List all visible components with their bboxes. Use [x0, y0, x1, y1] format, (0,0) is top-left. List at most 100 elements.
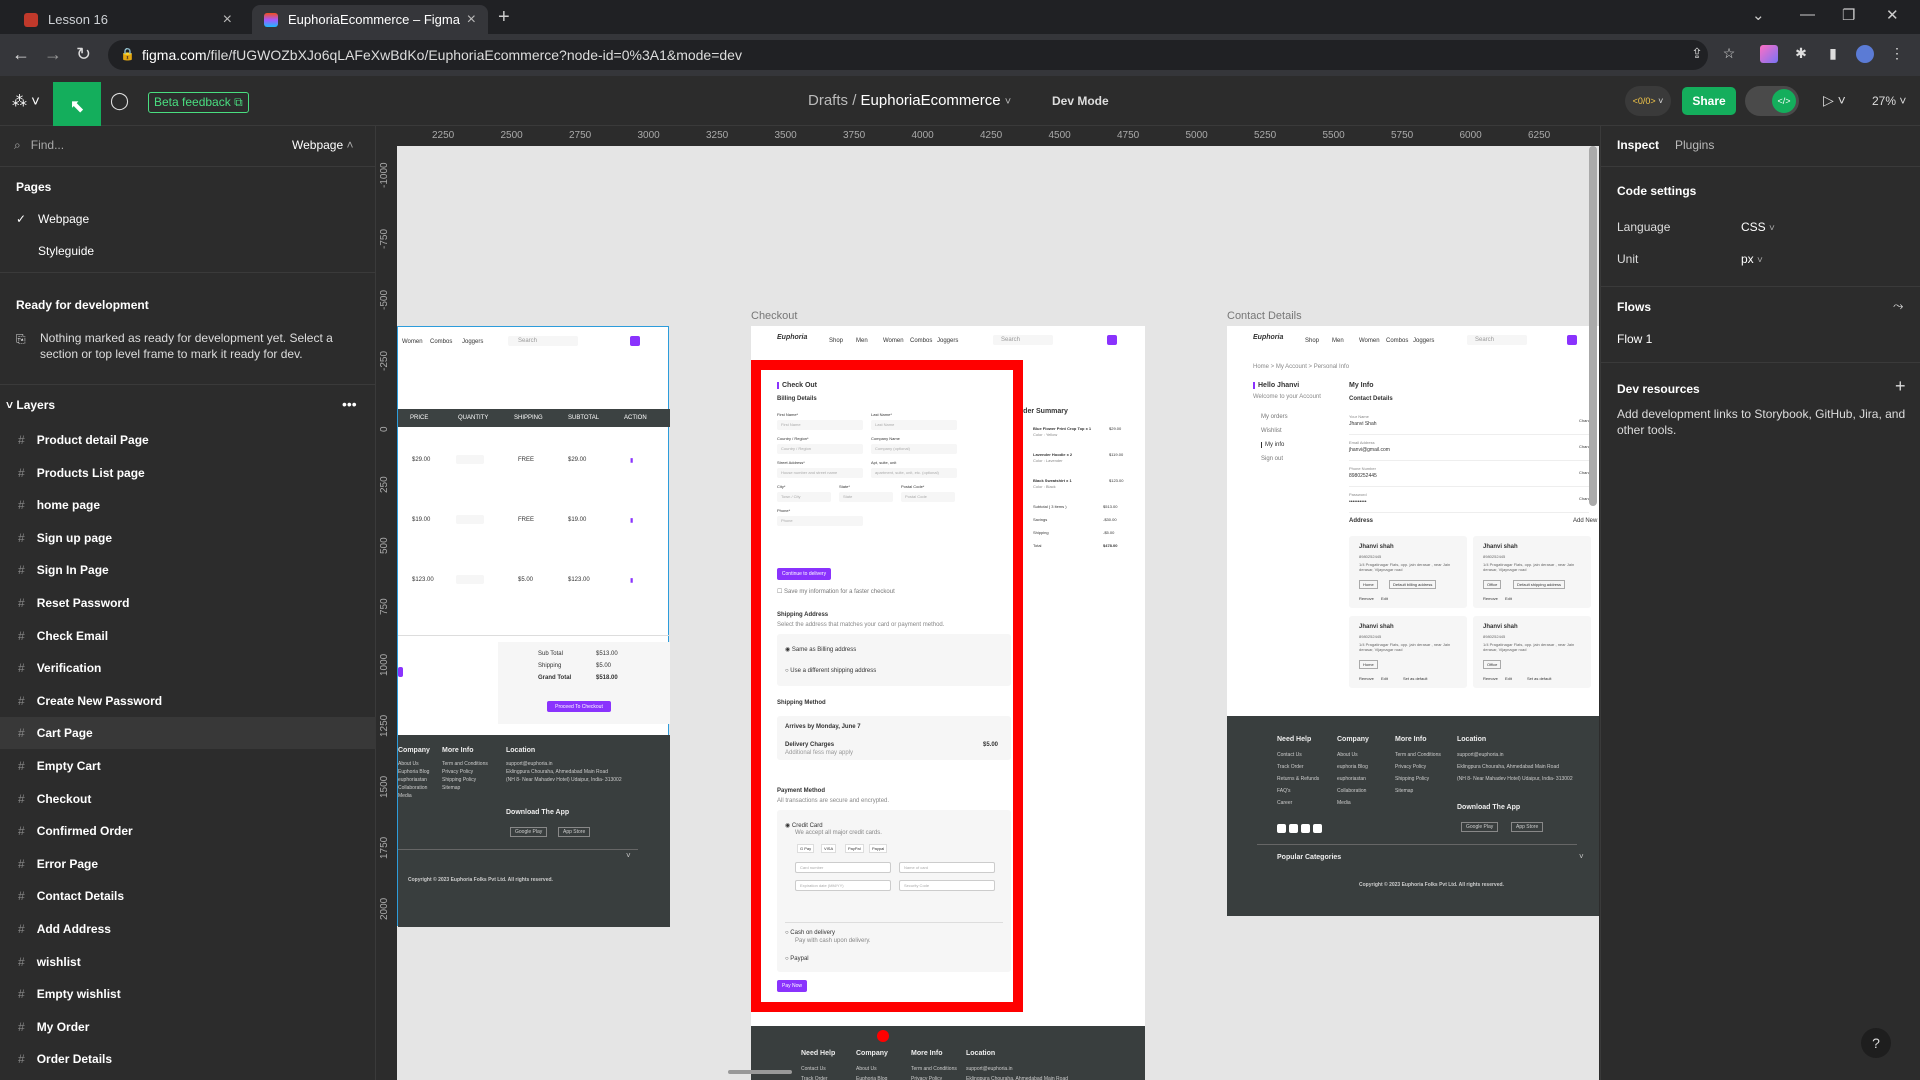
footer-link[interactable]: Privacy Policy: [911, 1076, 942, 1080]
footer-link[interactable]: Eklingpura Chouraha, Ahmedabad Main Road: [506, 769, 608, 775]
footer-link[interactable]: About Us: [398, 761, 419, 767]
dev-mode-toggle[interactable]: [1745, 86, 1799, 116]
footer-link[interactable]: (NH 8- Near Mahadev Hotel) Udaipur, Indi…: [1457, 776, 1573, 782]
layer-item[interactable]: # Product detail Page: [0, 424, 376, 456]
nav-item[interactable]: Women: [1359, 338, 1380, 344]
address-action[interactable]: Set as default: [1527, 676, 1551, 681]
nav-item[interactable]: Shop: [829, 338, 843, 344]
layer-item[interactable]: # home page: [0, 489, 376, 521]
account-menu-item[interactable]: My orders: [1261, 414, 1288, 420]
cart-icon[interactable]: [630, 336, 640, 346]
nav-item[interactable]: Shop: [1305, 338, 1319, 344]
footer-link[interactable]: Track Order: [1277, 764, 1303, 770]
layer-item[interactable]: # Verification: [0, 652, 376, 684]
account-menu-item[interactable]: Wishlist: [1261, 428, 1282, 434]
footer-link[interactable]: Collaboration: [1337, 788, 1366, 794]
cart-page-frame[interactable]: Women Combos Joggers Search PRICE QUANTI…: [397, 326, 670, 927]
footer-link[interactable]: Term and Conditions: [442, 761, 488, 767]
back-icon[interactable]: ←: [12, 44, 30, 65]
find-input[interactable]: ⌕ Find...: [14, 138, 64, 153]
footer-link[interactable]: Sitemap: [442, 785, 460, 791]
footer-link[interactable]: About Us: [856, 1066, 877, 1072]
layer-item[interactable]: # Check Email: [0, 620, 376, 652]
help-button[interactable]: ?: [1861, 1028, 1891, 1058]
footer-link[interactable]: Collaboration: [398, 785, 427, 791]
close-tab-icon[interactable]: ×: [223, 11, 232, 29]
footer-link[interactable]: Privacy Policy: [1395, 764, 1426, 770]
footer-link[interactable]: Eklingpura Chouraha, Ahmedabad Main Road: [1457, 764, 1559, 770]
tab-figma[interactable]: EuphoriaEcommerce – Figma ×: [252, 5, 488, 34]
layers-header[interactable]: ˅ Layers: [6, 398, 55, 412]
nav-item[interactable]: Joggers: [1413, 338, 1434, 344]
layer-item[interactable]: # Empty Cart: [0, 750, 376, 782]
layer-item[interactable]: # Error Page: [0, 848, 376, 880]
flow-icon[interactable]: ⤳: [1893, 298, 1903, 314]
nav-item[interactable]: Women: [883, 338, 904, 344]
footer-link[interactable]: Term and Conditions: [1395, 752, 1441, 758]
add-resource-icon[interactable]: +: [1895, 376, 1906, 397]
canvas[interactable]: Women Combos Joggers Search PRICE QUANTI…: [397, 146, 1599, 1080]
nav-item[interactable]: Combos: [1386, 338, 1408, 344]
horizontal-scrollbar[interactable]: [728, 1070, 792, 1074]
google-play-badge[interactable]: Google Play: [1461, 822, 1499, 832]
add-new-link[interactable]: Add New: [1573, 518, 1597, 524]
search-field[interactable]: Search: [508, 336, 578, 346]
footer-link[interactable]: Career: [1277, 800, 1292, 806]
menu-dots-icon[interactable]: ⋮: [1888, 45, 1906, 63]
twitter-icon[interactable]: [1301, 824, 1310, 833]
facebook-icon[interactable]: [1277, 824, 1286, 833]
footer-link[interactable]: euphoriastan: [1337, 776, 1366, 782]
footer-link[interactable]: FAQ's: [1277, 788, 1290, 794]
contact-details-frame[interactable]: Euphoria Shop Men Women Combos Joggers Searc…: [1227, 326, 1599, 916]
footer-link[interactable]: support@euphoria.in: [1457, 752, 1504, 758]
layer-item[interactable]: # Contact Details: [0, 880, 376, 912]
layer-item[interactable]: # Create New Password: [0, 685, 376, 717]
page-selector[interactable]: Webpage ˄: [292, 138, 354, 152]
code-badge[interactable]: <0/0> ˅: [1625, 86, 1671, 116]
address-action[interactable]: Remove: [1483, 596, 1498, 601]
footer-link[interactable]: Track Order: [801, 1076, 827, 1080]
layer-item[interactable]: # Confirmed Order: [0, 815, 376, 847]
frame-label-contact-details[interactable]: Contact Details: [1227, 310, 1302, 322]
nav-item[interactable]: Men: [1332, 338, 1344, 344]
bookmark-star-icon[interactable]: ☆: [1720, 45, 1738, 63]
address-action[interactable]: Edit: [1381, 676, 1388, 681]
sidepanel-icon[interactable]: ▮: [1824, 45, 1842, 63]
present-play-icon[interactable]: ▷ ˅: [1823, 92, 1846, 109]
quantity-stepper[interactable]: [456, 575, 484, 584]
footer-link[interactable]: About Us: [1337, 752, 1358, 758]
page-item-webpage[interactable]: ✓ Webpage: [16, 212, 89, 226]
account-menu-item[interactable]: My info: [1261, 442, 1284, 448]
trash-icon[interactable]: ▮: [630, 517, 633, 524]
address-action[interactable]: Remove: [1483, 676, 1498, 681]
footer-link[interactable]: Euphoria Blog: [856, 1076, 887, 1080]
chevron-down-icon[interactable]: ˅: [1005, 96, 1011, 108]
file-name[interactable]: EuphoriaEcommerce: [861, 92, 1001, 109]
app-store-badge[interactable]: App Store: [1511, 822, 1544, 832]
minimize-icon[interactable]: —: [1800, 6, 1815, 23]
chevron-down-icon[interactable]: ˅: [1579, 852, 1584, 861]
restore-icon[interactable]: ❐: [1842, 6, 1855, 24]
puzzle-icon[interactable]: ✱: [1792, 45, 1810, 63]
new-tab-icon[interactable]: +: [498, 6, 510, 29]
layer-item[interactable]: # My Order: [0, 1011, 376, 1043]
instagram-icon[interactable]: [1289, 824, 1298, 833]
chevron-down-icon[interactable]: ˅: [626, 851, 631, 860]
close-tab-icon[interactable]: ×: [467, 11, 476, 29]
extension-icon[interactable]: [1760, 45, 1778, 63]
unit-select[interactable]: px ˅: [1741, 252, 1763, 266]
address-action[interactable]: Edit: [1381, 596, 1388, 601]
footer-link[interactable]: Privacy Policy: [442, 769, 473, 775]
trash-icon[interactable]: ▮: [630, 577, 633, 584]
tab-inspect[interactable]: Inspect: [1617, 138, 1659, 152]
address-action[interactable]: Edit: [1505, 676, 1512, 681]
google-play-badge[interactable]: Google Play: [510, 827, 548, 837]
share-button[interactable]: Share: [1682, 87, 1736, 115]
footer-link[interactable]: Shipping Policy: [1395, 776, 1429, 782]
footer-link[interactable]: support@euphoria.in: [966, 1066, 1013, 1072]
move-tool-button[interactable]: ⬉: [53, 82, 101, 130]
footer-link[interactable]: Media: [1337, 800, 1351, 806]
footer-link[interactable]: Contact Us: [801, 1066, 826, 1072]
address-action[interactable]: Set as default: [1403, 676, 1427, 681]
trash-icon[interactable]: ▮: [630, 457, 633, 464]
